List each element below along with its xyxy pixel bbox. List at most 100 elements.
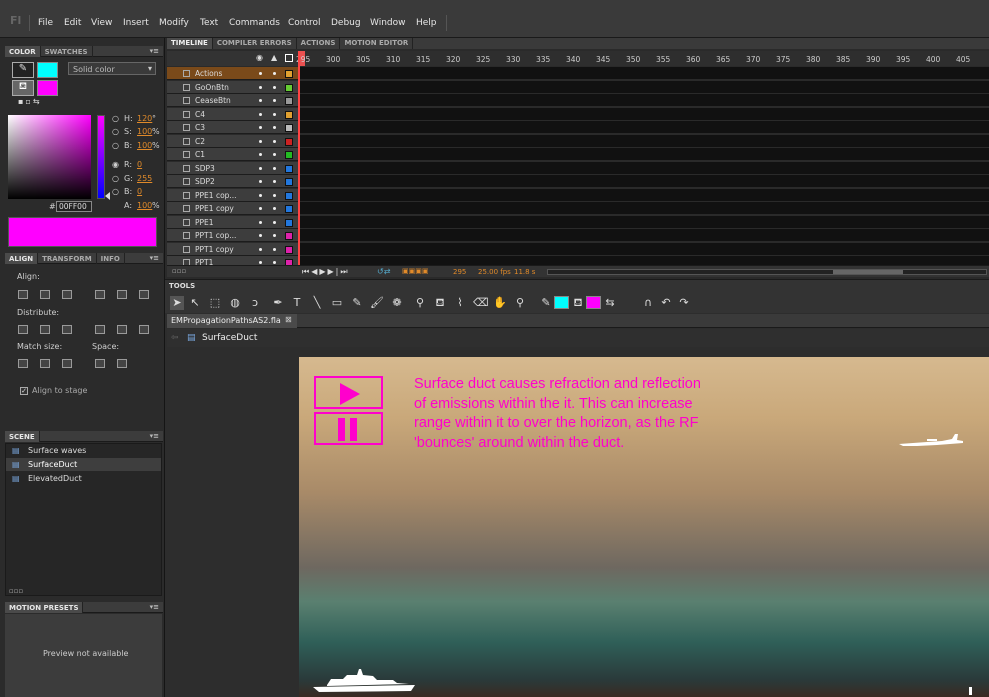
frame-row[interactable] bbox=[300, 107, 989, 121]
selection-tool-icon[interactable]: ➤ bbox=[170, 296, 184, 310]
bone-tool-icon[interactable]: ⚲ bbox=[413, 296, 427, 310]
lock-dot[interactable] bbox=[273, 99, 276, 102]
radio-r[interactable]: ◉ bbox=[112, 160, 119, 169]
lock-dot[interactable] bbox=[273, 85, 276, 89]
layer-color-box[interactable] bbox=[285, 245, 293, 254]
h-value[interactable]: 120 bbox=[137, 114, 152, 123]
straighten-icon[interactable]: ↷ bbox=[677, 296, 691, 310]
panel-menu-icon[interactable]: ▾≡ bbox=[150, 432, 159, 440]
scrollbar-thumb[interactable] bbox=[833, 270, 903, 274]
frame-ruler[interactable] bbox=[298, 51, 989, 66]
menu-view[interactable]: View bbox=[91, 18, 112, 28]
frame-row[interactable] bbox=[300, 229, 989, 242]
visibility-dot[interactable] bbox=[259, 234, 262, 237]
tab-actions[interactable]: ACTIONS bbox=[297, 38, 341, 49]
align-left-icon[interactable] bbox=[18, 290, 28, 299]
layer-color-box[interactable] bbox=[285, 178, 293, 186]
tab-swatches[interactable]: SWATCHES bbox=[41, 46, 93, 57]
brush-tool-icon[interactable]: 🖌 bbox=[370, 296, 384, 310]
layer-color-box[interactable] bbox=[285, 151, 293, 159]
visibility-dot[interactable] bbox=[259, 220, 262, 224]
layer-row[interactable]: C4 bbox=[167, 107, 299, 121]
lasso-icon[interactable]: ↄ bbox=[248, 296, 262, 310]
layer-row[interactable]: SDP2 bbox=[167, 175, 299, 188]
line-tool-icon[interactable]: ╲ bbox=[310, 296, 324, 310]
timeline-scrollbar[interactable] bbox=[547, 269, 987, 275]
b2-value[interactable]: 0 bbox=[137, 187, 142, 196]
frame-row[interactable] bbox=[300, 67, 989, 80]
radio-s[interactable]: ○ bbox=[112, 127, 119, 136]
layer-row[interactable]: C1 bbox=[167, 148, 299, 161]
align-right-icon[interactable] bbox=[62, 290, 72, 299]
frame-row[interactable] bbox=[300, 121, 989, 134]
lock-dot[interactable] bbox=[273, 72, 276, 75]
layer-row[interactable]: PPE1 cop... bbox=[167, 188, 299, 202]
layer-color-box[interactable] bbox=[285, 137, 293, 146]
tab-scene[interactable]: SCENE bbox=[5, 431, 40, 442]
layer-row[interactable]: PPE1 copy bbox=[167, 202, 299, 215]
tab-compiler-errors[interactable]: COMPILER ERRORS bbox=[213, 38, 297, 49]
layer-color-box[interactable] bbox=[285, 83, 293, 92]
fill-color-swatch[interactable] bbox=[37, 80, 58, 96]
current-frame[interactable]: 295 bbox=[453, 268, 466, 276]
lock-dot[interactable] bbox=[273, 126, 276, 129]
deco-tool-icon[interactable]: ❁ bbox=[390, 296, 404, 310]
menu-modify[interactable]: Modify bbox=[159, 18, 189, 28]
menu-debug[interactable]: Debug bbox=[331, 18, 361, 28]
eye-icon[interactable]: ◉ bbox=[256, 53, 263, 62]
visibility-dot[interactable] bbox=[259, 166, 262, 170]
radio-h[interactable]: ○ bbox=[112, 114, 119, 123]
frame-row[interactable] bbox=[300, 148, 989, 161]
rectangle-tool-icon[interactable]: ▭ bbox=[330, 296, 344, 310]
panel-menu-icon[interactable]: ▾≡ bbox=[150, 47, 159, 55]
menu-help[interactable]: Help bbox=[416, 18, 437, 28]
scene-buttons-icon[interactable]: ▫▫▫ bbox=[9, 587, 23, 595]
outline-icon[interactable] bbox=[285, 54, 293, 62]
visibility-dot[interactable] bbox=[259, 193, 262, 197]
distribute-hcenter-icon[interactable] bbox=[117, 325, 127, 334]
3d-rotation-icon[interactable]: ◍ bbox=[228, 296, 242, 310]
lock-dot[interactable] bbox=[273, 112, 276, 116]
pen-tool-icon[interactable]: ✒ bbox=[271, 296, 285, 310]
layer-row[interactable]: GoOnBtn bbox=[167, 80, 299, 94]
distribute-top-icon[interactable] bbox=[18, 325, 28, 334]
zoom-tool-icon[interactable]: ⚲ bbox=[513, 296, 527, 310]
menu-insert[interactable]: Insert bbox=[123, 18, 149, 28]
b-value[interactable]: 100 bbox=[137, 141, 152, 150]
tool-fill-swatch[interactable] bbox=[586, 296, 601, 309]
list-item[interactable]: ▤ Surface waves bbox=[6, 444, 161, 457]
list-item[interactable]: ▤ ElevatedDuct bbox=[6, 472, 161, 485]
lock-dot[interactable] bbox=[273, 193, 276, 197]
hex-input[interactable]: 00FF00 bbox=[56, 201, 92, 212]
distribute-bottom-icon[interactable] bbox=[62, 325, 72, 334]
color-saturation-field[interactable] bbox=[8, 115, 91, 199]
layer-row[interactable]: C3 bbox=[167, 121, 299, 134]
radio-b[interactable]: ○ bbox=[112, 141, 119, 150]
layer-color-box[interactable] bbox=[285, 70, 293, 78]
menu-file[interactable]: File bbox=[38, 18, 53, 28]
align-top-icon[interactable] bbox=[95, 290, 105, 299]
visibility-dot[interactable] bbox=[259, 85, 262, 89]
close-icon[interactable]: ⊠ bbox=[285, 315, 292, 324]
tab-motion-presets[interactable]: MOTION PRESETS bbox=[5, 602, 84, 613]
lock-dot[interactable] bbox=[273, 153, 276, 156]
panel-menu-icon[interactable]: ▾≡ bbox=[150, 254, 159, 262]
frame-row[interactable] bbox=[300, 188, 989, 202]
text-tool-icon[interactable]: T bbox=[290, 296, 304, 310]
menu-window[interactable]: Window bbox=[370, 18, 406, 28]
layer-row[interactable]: CeaseBtn bbox=[167, 94, 299, 107]
lock-dot[interactable] bbox=[273, 139, 276, 143]
radio-b2[interactable]: ○ bbox=[112, 187, 119, 196]
alpha-value[interactable]: 100 bbox=[137, 201, 152, 210]
menu-text[interactable]: Text bbox=[200, 18, 218, 28]
tab-motion-editor[interactable]: MOTION EDITOR bbox=[340, 38, 414, 49]
snap-icon[interactable]: ∩ bbox=[641, 296, 655, 310]
panel-menu-icon[interactable]: ▾≡ bbox=[150, 603, 159, 611]
lock-dot[interactable] bbox=[273, 207, 276, 210]
subselection-tool-icon[interactable]: ↖ bbox=[188, 296, 202, 310]
loop-icon[interactable]: ↺⇄ bbox=[377, 267, 390, 276]
lock-dot[interactable] bbox=[273, 180, 276, 183]
tool-stroke-swatch[interactable] bbox=[554, 296, 569, 309]
frame-row[interactable] bbox=[300, 134, 989, 148]
lock-icon[interactable]: ▲ bbox=[271, 53, 277, 62]
